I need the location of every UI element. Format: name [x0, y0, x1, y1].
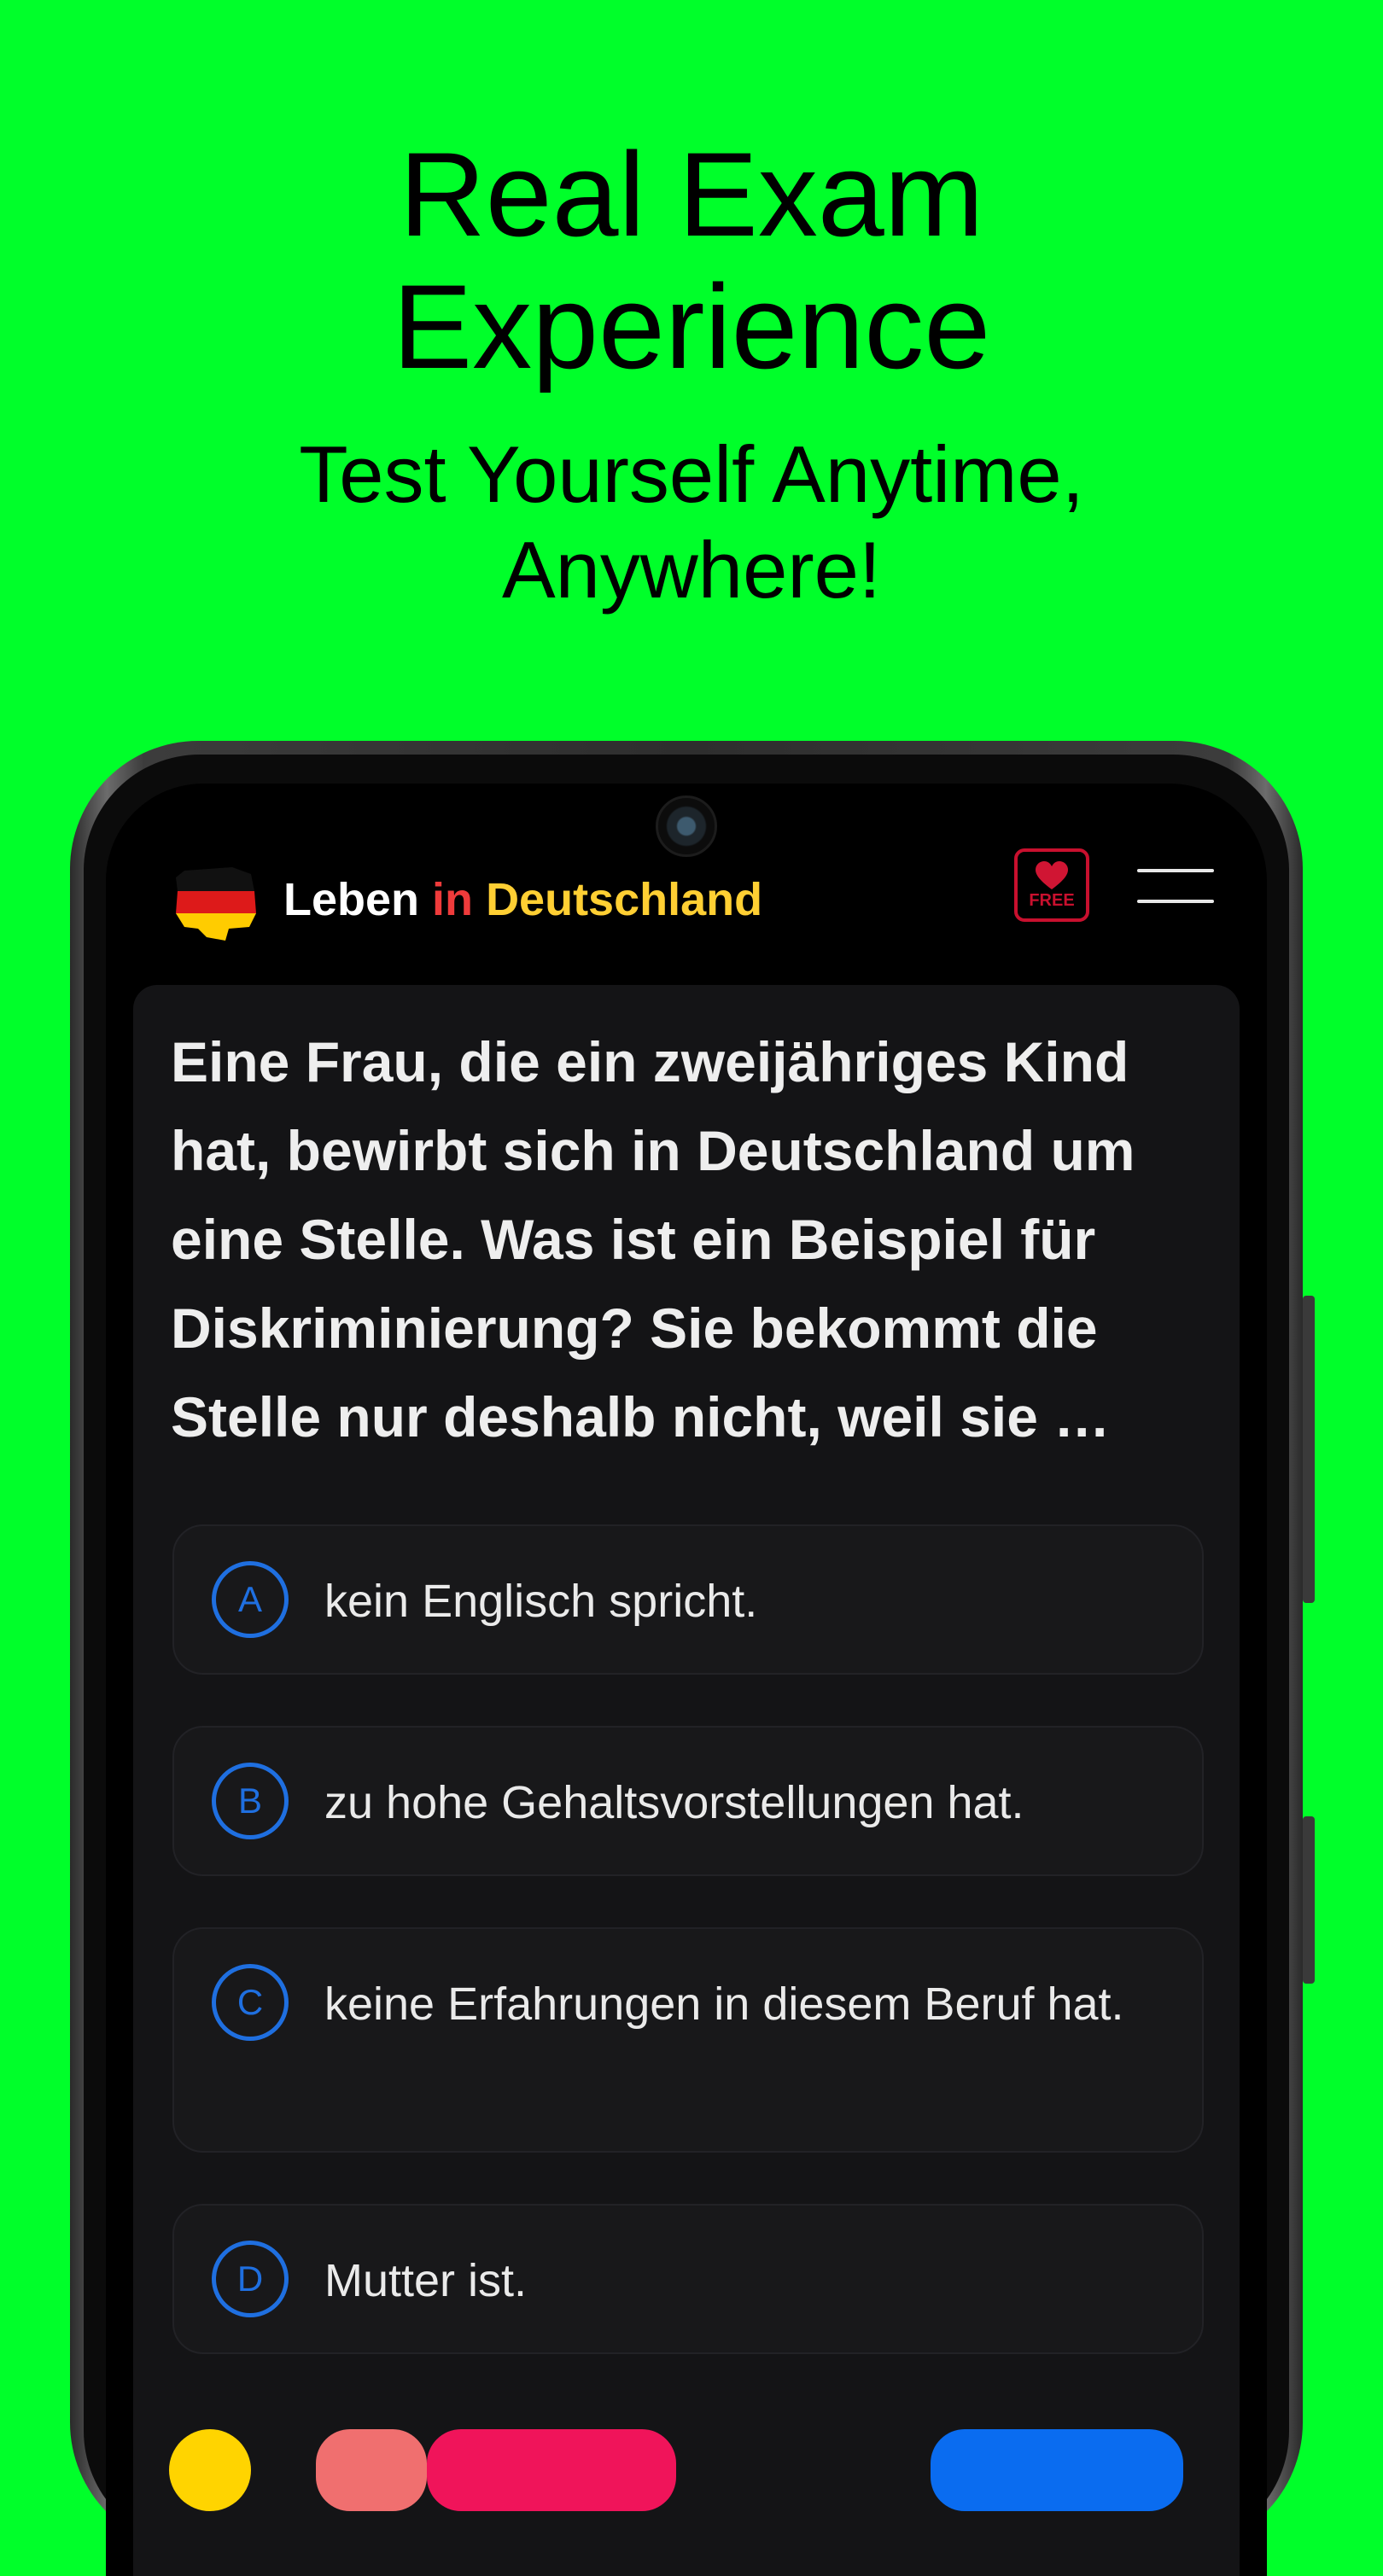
phone-side-button-power	[1303, 1296, 1315, 1603]
option-text-b: zu hohe Gehaltsvorstellungen hat.	[324, 1777, 1024, 1828]
phone-side-button-volume	[1303, 1816, 1315, 1984]
answer-option-a[interactable]: A kein Englisch spricht.	[172, 1524, 1204, 1675]
answer-option-d[interactable]: D Mutter ist.	[172, 2204, 1204, 2354]
question-card: Eine Frau, die ein zweijähriges Kind hat…	[133, 985, 1240, 2576]
bottom-salmon-button[interactable]	[316, 2429, 427, 2511]
option-text-d: Mutter ist.	[324, 2255, 528, 2306]
bottom-yellow-button[interactable]	[169, 2429, 251, 2511]
menu-line-bottom	[1137, 900, 1214, 903]
heart-icon	[1036, 861, 1068, 889]
answer-option-b[interactable]: B zu hohe Gehaltsvorstellungen hat.	[172, 1726, 1204, 1876]
option-letter-c: C	[212, 1964, 289, 2041]
free-badge-label: FREE	[1029, 891, 1075, 910]
option-text-a: kein Englisch spricht.	[324, 1576, 758, 1627]
option-letter-d: D	[212, 2241, 289, 2317]
free-heart-button[interactable]: FREE	[1014, 848, 1089, 922]
option-letter-b: B	[212, 1763, 289, 1839]
promo-subheadline: Test Yourself Anytime, Anywhere!	[299, 429, 1084, 615]
germany-map-flag-icon	[176, 867, 256, 941]
menu-line-top	[1137, 869, 1214, 872]
hamburger-menu-button[interactable]	[1137, 865, 1214, 906]
option-text-c: keine Erfahrungen in diesem Beruf hat.	[324, 1979, 1124, 2030]
option-letter-a: A	[212, 1561, 289, 1638]
app-title: Leben in Deutschland	[283, 865, 762, 934]
bottom-next-button[interactable]	[931, 2429, 1183, 2511]
answer-option-c[interactable]: C keine Erfahrungen in diesem Beruf hat.	[172, 1927, 1204, 2153]
app-title-part2: in	[432, 874, 474, 925]
app-title-part3: Deutschland	[486, 874, 763, 925]
app-title-part1: Leben	[283, 874, 420, 925]
bottom-pink-button[interactable]	[427, 2429, 676, 2511]
front-camera	[656, 796, 717, 857]
promo-headline: Real Exam Experience	[392, 127, 991, 393]
phone-screen: Leben in Deutschland FREE Eine Frau, die…	[106, 784, 1267, 2576]
question-text: Eine Frau, die ein zweijähriges Kind hat…	[171, 1030, 1135, 1448]
